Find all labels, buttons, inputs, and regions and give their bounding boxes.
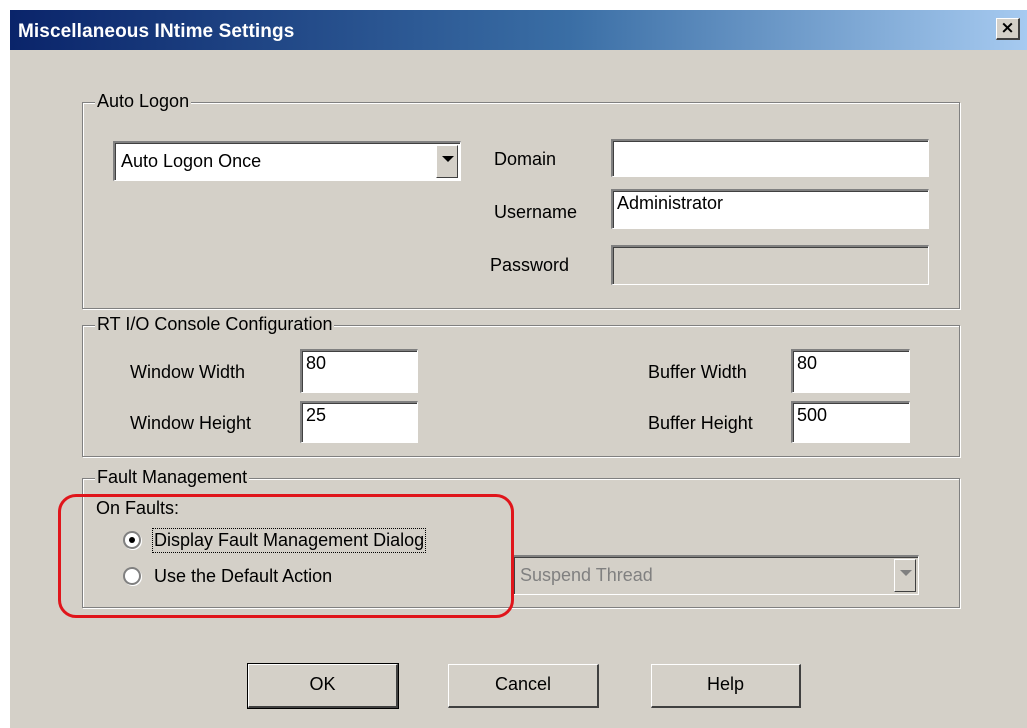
domain-field[interactable] [611,139,929,177]
window-height-label: Window Height [130,413,252,433]
fault-management-legend: Fault Management [95,467,250,488]
dropdown-arrow-icon [894,559,916,592]
username-field[interactable]: Administrator [611,189,929,229]
auto-logon-mode-value: Auto Logon Once [121,151,262,171]
buffer-height-label: Buffer Height [648,413,753,433]
auto-logon-mode-select[interactable]: Auto Logon Once [113,141,461,181]
buffer-width-field[interactable]: 80 [791,349,910,393]
dropdown-arrow-icon[interactable] [436,145,458,178]
auto-logon-legend: Auto Logon [95,91,192,112]
domain-label: Domain [494,149,557,169]
title-bar[interactable]: Miscellaneous INtime Settings [10,10,1027,50]
help-button[interactable]: Help [651,664,801,708]
highlight-annotation [58,494,514,618]
window-title: Miscellaneous INtime Settings [18,21,295,42]
default-action-value: Suspend Thread [520,565,653,585]
default-action-select: Suspend Thread [512,555,919,595]
password-field [611,245,929,285]
ok-button[interactable]: OK [247,663,399,709]
buffer-height-field[interactable]: 500 [791,401,910,443]
close-icon: × [1000,18,1015,38]
cancel-button[interactable]: Cancel [448,664,599,708]
console-config-legend: RT I/O Console Configuration [95,314,335,335]
username-label: Username [494,202,578,222]
buffer-width-label: Buffer Width [648,362,747,382]
window-width-label: Window Width [130,362,246,382]
close-button[interactable]: × [996,18,1020,40]
window-height-field[interactable]: 25 [300,401,418,443]
window-width-field[interactable]: 80 [300,349,418,393]
password-label: Password [490,255,570,275]
